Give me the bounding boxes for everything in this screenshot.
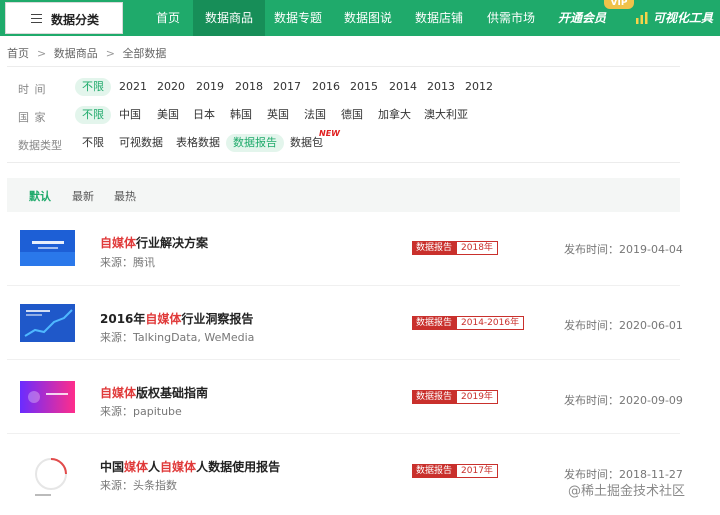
item-source: 来源：腾讯 xyxy=(100,256,155,269)
filter-country-germany[interactable]: 德国 xyxy=(341,106,363,124)
tag-type: 数据报告 xyxy=(412,316,457,330)
item-tags: 数据报告 2014-2016年 xyxy=(412,316,525,330)
filter-time-2013[interactable]: 2013 xyxy=(427,78,455,96)
nav-home[interactable]: 首页 xyxy=(143,0,193,36)
tag-type: 数据报告 xyxy=(412,390,457,404)
nav-data-charts[interactable]: 数据图说 xyxy=(344,0,392,36)
filter-time-2017[interactable]: 2017 xyxy=(273,78,301,96)
item-source: 来源：TalkingData, WeMedia xyxy=(100,331,255,344)
tag-type: 数据报告 xyxy=(412,241,457,255)
filter-row-type: 数据类型 不限 可视数据 表格数据 数据报告 数据包 xyxy=(0,134,720,154)
tag-year: 2018年 xyxy=(456,241,498,255)
divider xyxy=(7,162,680,163)
item-publish-date: 发布时间：2020-06-01 xyxy=(564,319,683,332)
category-label: 数据分类 xyxy=(51,13,100,27)
filter-country-france[interactable]: 法国 xyxy=(304,106,326,124)
filter-country-japan[interactable]: 日本 xyxy=(193,106,215,124)
filter-label-time: 时 间 xyxy=(18,83,47,96)
filter-country-uk[interactable]: 英国 xyxy=(267,106,289,124)
filter-country-korea[interactable]: 韩国 xyxy=(230,106,252,124)
nav-supply-market[interactable]: 供需市场 xyxy=(487,0,535,36)
filter-country-any[interactable]: 不限 xyxy=(75,106,111,124)
filter-type-table[interactable]: 表格数据 xyxy=(176,134,220,152)
nav-vip-signup[interactable]: 开通会员 xyxy=(558,0,606,36)
item-tags: 数据报告 2017年 xyxy=(412,464,498,478)
filter-time-2015[interactable]: 2015 xyxy=(350,78,378,96)
report-thumbnail xyxy=(20,304,75,342)
filter-time-2016[interactable]: 2016 xyxy=(312,78,340,96)
filter-row-time: 时 间 不限 2021 2020 2019 2018 2017 2016 201… xyxy=(0,78,720,98)
nav-visual-tools[interactable]: 可视化工具 xyxy=(653,0,713,36)
sort-bar: 默认 最新 最热 xyxy=(7,178,680,212)
tag-type: 数据报告 xyxy=(412,464,457,478)
report-thumbnail xyxy=(20,381,75,413)
item-source: 来源：头条指数 xyxy=(100,479,177,492)
tag-year: 2019年 xyxy=(456,390,498,404)
filter-country-australia[interactable]: 澳大利亚 xyxy=(424,106,468,124)
filter-time-2021[interactable]: 2021 xyxy=(119,78,147,96)
breadcrumb-all-data: 全部数据 xyxy=(122,47,167,60)
filter-country-china[interactable]: 中国 xyxy=(119,106,141,124)
sort-newest[interactable]: 最新 xyxy=(72,188,94,204)
category-menu-button[interactable]: 数据分类 xyxy=(5,2,123,34)
filter-type-visual[interactable]: 可视数据 xyxy=(119,134,163,152)
report-thumbnail xyxy=(27,444,71,504)
filter-time-any[interactable]: 不限 xyxy=(75,78,111,96)
tag-year: 2017年 xyxy=(456,464,498,478)
filter-label-type: 数据类型 xyxy=(18,139,62,152)
item-publish-date: 发布时间：2020-09-09 xyxy=(564,394,683,407)
vip-badge: VIP xyxy=(604,0,634,9)
filter-country-usa[interactable]: 美国 xyxy=(157,106,179,124)
item-source: 来源：papitube xyxy=(100,405,182,418)
nav-data-products[interactable]: 数据商品 xyxy=(193,0,266,36)
breadcrumb: 首页 > 数据商品 > 全部数据 xyxy=(7,47,167,60)
nav-data-topics[interactable]: 数据专题 xyxy=(274,0,322,36)
sort-default[interactable]: 默认 xyxy=(29,188,51,204)
filter-time-2018[interactable]: 2018 xyxy=(235,78,263,96)
report-thumbnail xyxy=(20,230,75,266)
watermark: @稀土掘金技术社区 xyxy=(568,484,686,499)
divider xyxy=(7,66,680,67)
filter-time-2019[interactable]: 2019 xyxy=(196,78,224,96)
nav-data-shops[interactable]: 数据店铺 xyxy=(415,0,463,36)
breadcrumb-home[interactable]: 首页 xyxy=(7,47,29,60)
item-title[interactable]: 中国媒体人自媒体人数据使用报告 xyxy=(100,458,280,475)
item-title[interactable]: 自媒体版权基础指南 xyxy=(100,384,208,401)
item-title[interactable]: 自媒体行业解决方案 xyxy=(100,234,208,251)
list-item[interactable]: 自媒体行业解决方案 来源：腾讯 数据报告 2018年 发布时间：2019-04-… xyxy=(7,212,683,286)
filter-type-any[interactable]: 不限 xyxy=(82,134,104,152)
filter-label-country: 国 家 xyxy=(18,111,47,124)
item-title[interactable]: 2016年自媒体行业洞察报告 xyxy=(100,310,253,327)
filter-type-report[interactable]: 数据报告 xyxy=(226,134,284,152)
hamburger-icon xyxy=(31,14,42,23)
item-tags: 数据报告 2018年 xyxy=(412,241,498,255)
list-item[interactable]: 2016年自媒体行业洞察报告 来源：TalkingData, WeMedia 数… xyxy=(7,286,683,360)
item-tags: 数据报告 2019年 xyxy=(412,390,498,404)
filter-row-country: 国 家 不限 中国 美国 日本 韩国 英国 法国 德国 加拿大 澳大利亚 xyxy=(0,106,720,126)
filter-country-canada[interactable]: 加拿大 xyxy=(378,106,411,124)
tag-year: 2014-2016年 xyxy=(456,316,525,330)
filter-time-2020[interactable]: 2020 xyxy=(157,78,185,96)
bar-chart-icon xyxy=(636,12,648,24)
breadcrumb-data-products[interactable]: 数据商品 xyxy=(54,47,98,60)
item-publish-date: 发布时间：2019-04-04 xyxy=(564,243,683,256)
filter-time-2012[interactable]: 2012 xyxy=(465,78,493,96)
sort-hottest[interactable]: 最热 xyxy=(114,188,136,204)
top-nav-bar: 数据分类 首页 数据商品 数据专题 数据图说 数据店铺 供需市场 开通会员 VI… xyxy=(0,0,720,36)
list-item[interactable]: 自媒体版权基础指南 来源：papitube 数据报告 2019年 发布时间：20… xyxy=(7,360,683,434)
filter-time-2014[interactable]: 2014 xyxy=(389,78,417,96)
new-badge: NEW xyxy=(319,129,340,138)
